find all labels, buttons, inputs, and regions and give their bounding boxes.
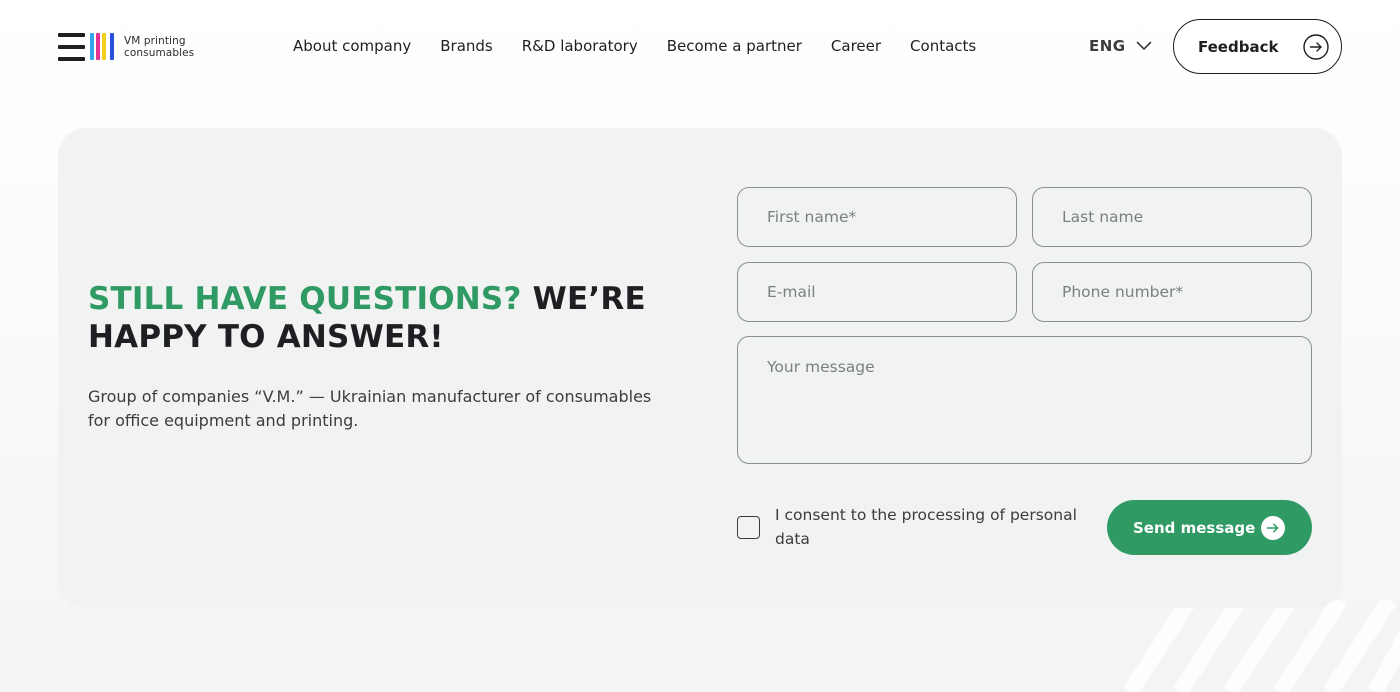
section-description: Group of companies “V.M.” — Ukrainian ma… (88, 387, 652, 430)
email-field[interactable] (737, 262, 1017, 322)
feedback-label: Feedback (1198, 37, 1279, 56)
logo-bar-3 (102, 33, 106, 60)
main-nav: About company Brands R&D laboratory Beco… (293, 37, 976, 56)
logo-bar-4 (110, 33, 114, 60)
arrow-right-circle-icon (1261, 516, 1285, 540)
logo-mark-icon (58, 32, 118, 62)
brand-name-line1: VM printing (124, 35, 186, 47)
language-label: ENG (1089, 37, 1126, 55)
feedback-button[interactable]: Feedback (1173, 19, 1342, 74)
send-message-button[interactable]: Send message (1107, 500, 1312, 555)
brand-name-line2: consumables (124, 47, 195, 59)
message-field[interactable] (737, 336, 1312, 464)
consent-checkbox[interactable] (737, 516, 760, 539)
nav-contacts[interactable]: Contacts (910, 37, 976, 56)
logo-bar-1 (90, 33, 94, 60)
nav-career[interactable]: Career (831, 37, 881, 56)
brand-name: VM printing consumables (124, 35, 194, 59)
nav-become-partner[interactable]: Become a partner (667, 37, 802, 56)
site-header: VM printing consumables About company Br… (0, 0, 1400, 95)
nav-rnd-laboratory[interactable]: R&D laboratory (522, 37, 638, 56)
logo-bar-2 (96, 33, 100, 60)
chevron-down-icon (1136, 41, 1151, 50)
send-message-label: Send message (1133, 518, 1256, 537)
brand-logo[interactable]: VM printing consumables (58, 32, 194, 62)
last-name-field[interactable] (1032, 187, 1312, 247)
decorative-stripes (1123, 600, 1400, 692)
first-name-field[interactable] (737, 187, 1017, 247)
section-heading: Still have questions? We’re happy to ans… (88, 280, 688, 356)
language-selector[interactable]: ENG (1089, 37, 1152, 55)
nav-about-company[interactable]: About company (293, 37, 411, 56)
heading-accent: Still have questions? (88, 281, 522, 317)
consent-label: I consent to the processing of personal … (775, 506, 1077, 548)
phone-field[interactable] (1032, 262, 1312, 322)
arrow-right-circle-icon (1303, 34, 1329, 60)
nav-brands[interactable]: Brands (440, 37, 493, 56)
